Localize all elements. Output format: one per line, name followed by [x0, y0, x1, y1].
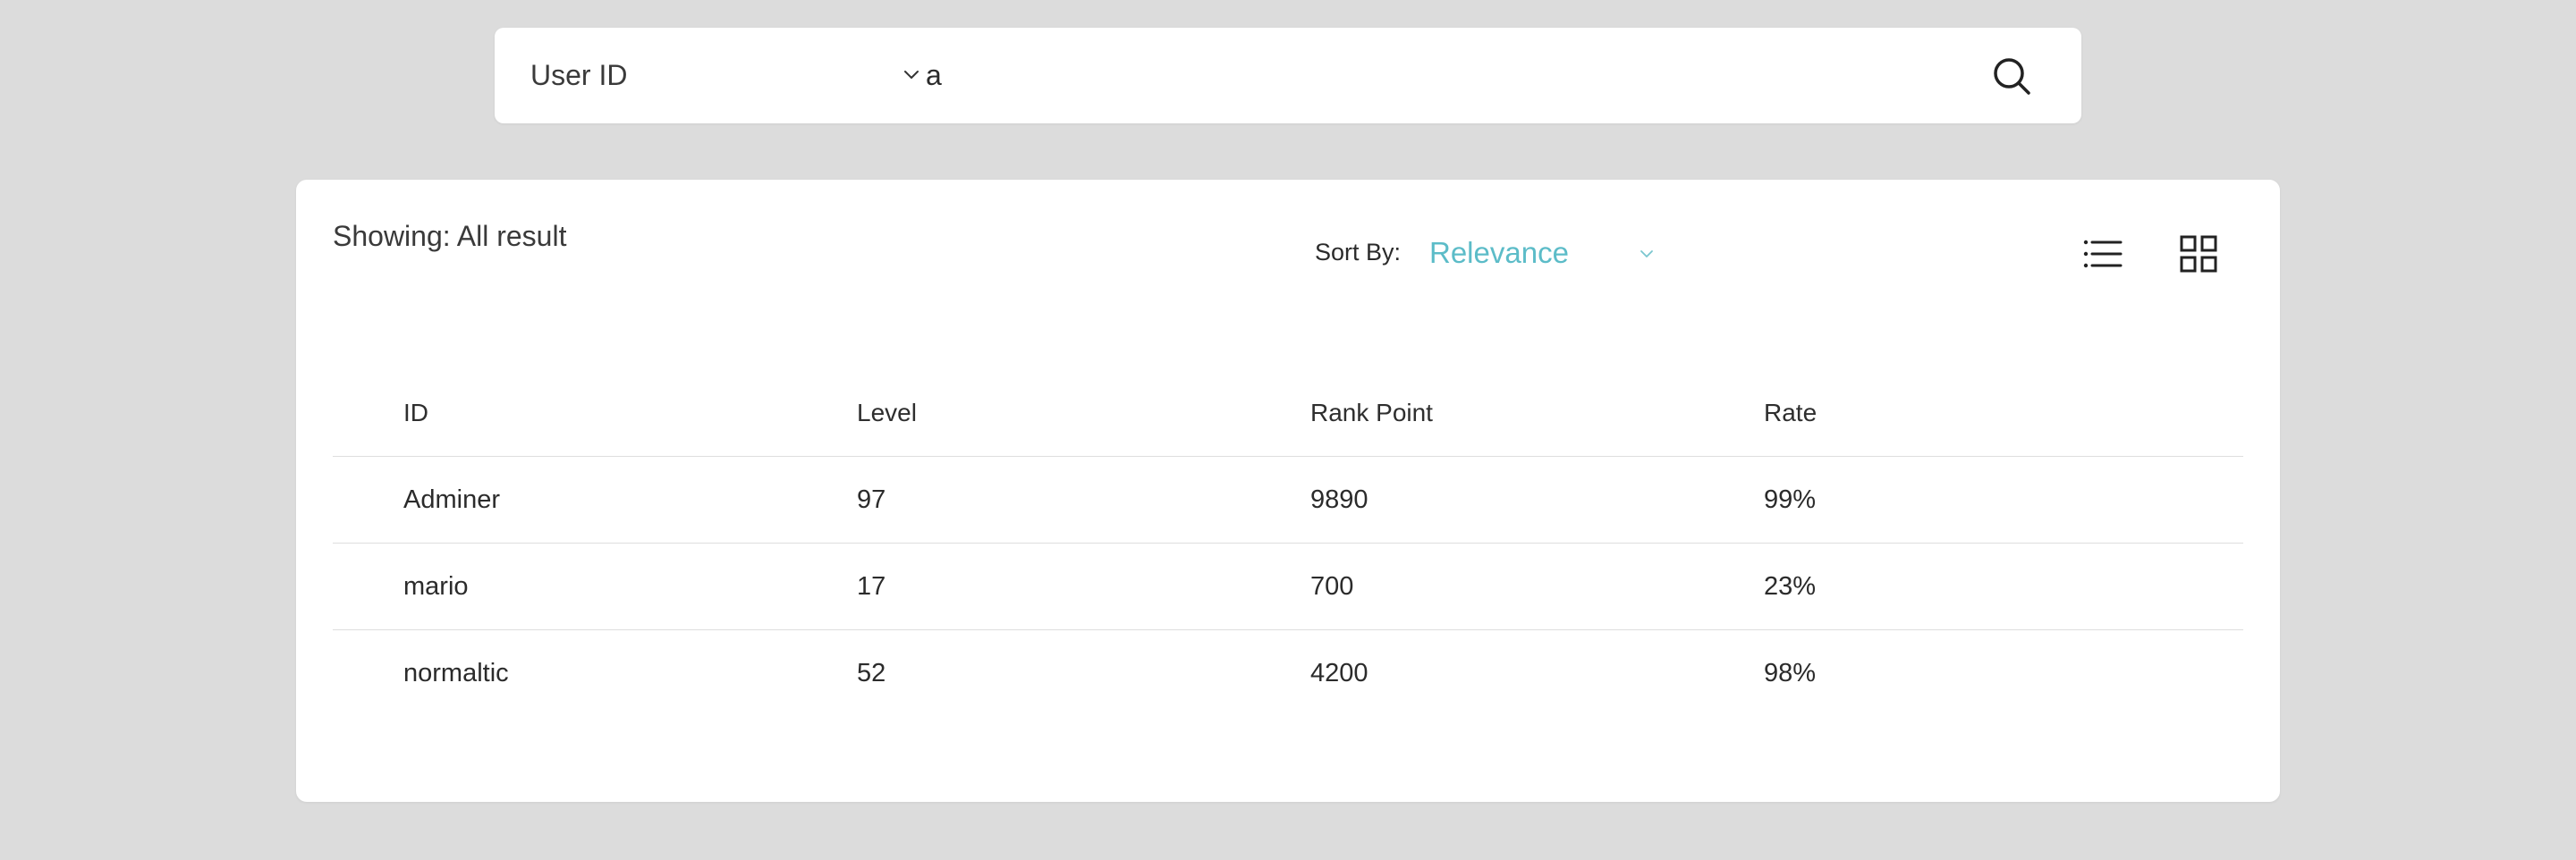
search-bar: User ID [495, 28, 2081, 123]
grid-view-icon [2180, 235, 2217, 273]
search-type-dropdown[interactable]: User ID [530, 28, 919, 123]
results-showing-label: Showing: All result [333, 220, 567, 252]
table-row[interactable]: Adminer 97 9890 99% [333, 457, 2243, 544]
cell-rate: 98% [1764, 658, 1817, 687]
search-button[interactable] [1988, 53, 2035, 99]
results-table: ID Level Rank Point Rate Adminer 97 9890… [333, 370, 2243, 716]
chevron-down-icon [1640, 250, 1653, 257]
list-view-button[interactable] [2080, 232, 2125, 276]
grid-view-button[interactable] [2176, 232, 2221, 276]
search-type-label: User ID [530, 59, 628, 91]
sort-dropdown[interactable]: Relevance [1429, 226, 1662, 280]
search-input[interactable] [919, 44, 1962, 106]
cell-level: 97 [857, 485, 886, 514]
cell-rate: 99% [1764, 485, 1817, 514]
table-header: ID Level Rank Point Rate [333, 370, 2243, 457]
cell-id: mario [403, 571, 469, 601]
sort-value: Relevance [1429, 236, 1569, 269]
column-header-level: Level [857, 399, 917, 426]
cell-rank-point: 9890 [1310, 485, 1368, 514]
cell-rank-point: 4200 [1310, 658, 1368, 687]
cell-rate: 23% [1764, 571, 1817, 601]
results-panel: Showing: All result Sort By: Relevance I… [296, 180, 2280, 802]
cell-level: 17 [857, 571, 886, 601]
table-row[interactable]: normaltic 52 4200 98% [333, 630, 2243, 716]
sort-by-label: Sort By: [1315, 239, 1402, 266]
list-view-icon [2083, 240, 2123, 268]
column-header-rank-point: Rank Point [1310, 399, 1433, 426]
search-icon [1994, 58, 2030, 95]
table-row[interactable]: mario 17 700 23% [333, 544, 2243, 630]
cell-id: normaltic [403, 658, 509, 687]
column-header-id: ID [403, 399, 428, 426]
cell-level: 52 [857, 658, 886, 687]
cell-rank-point: 700 [1310, 571, 1354, 601]
column-header-rate: Rate [1764, 399, 1818, 426]
cell-id: Adminer [403, 485, 500, 514]
